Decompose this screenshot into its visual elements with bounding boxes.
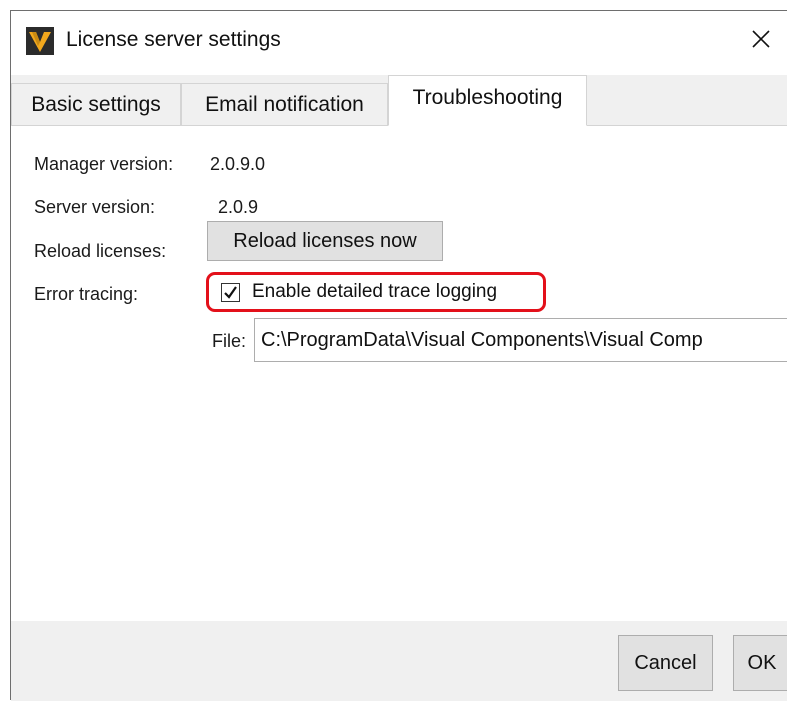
reload-licenses-button[interactable]: Reload licenses now [207, 221, 443, 261]
server-version-value: 2.0.9 [218, 197, 259, 217]
tab-basic-settings[interactable]: Basic settings [11, 83, 181, 125]
ok-button[interactable]: OK [733, 635, 787, 691]
license-server-settings-dialog: License server settings Basic settings E… [10, 10, 787, 701]
checkmark-icon [224, 286, 237, 299]
trace-logging-checkbox[interactable] [221, 283, 240, 302]
close-icon [752, 30, 770, 48]
trace-logging-highlight: Enable detailed trace logging [206, 272, 546, 312]
cancel-button[interactable]: Cancel [618, 635, 713, 691]
dialog-footer: Cancel OK [11, 621, 787, 701]
server-version-label: Server version: [34, 197, 156, 217]
error-tracing-label: Error tracing: [34, 284, 139, 304]
title-bar[interactable]: License server settings [11, 11, 787, 71]
trace-logging-label[interactable]: Enable detailed trace logging [252, 281, 497, 303]
tab-troubleshooting[interactable]: Troubleshooting [388, 75, 587, 126]
tab-email-notification-label: Email notification [205, 92, 364, 116]
troubleshooting-panel: Manager version: 2.0.9.0 Server version:… [11, 126, 787, 621]
manager-version-value: 2.0.9.0 [210, 154, 266, 174]
manager-version-label: Manager version: [34, 154, 174, 174]
tab-troubleshooting-label: Troubleshooting [412, 86, 563, 109]
close-button[interactable] [746, 24, 776, 54]
tab-strip: Basic settings Email notification Troubl… [11, 75, 787, 126]
file-label: File: [212, 331, 247, 351]
window-title: License server settings [66, 28, 281, 51]
tab-basic-settings-label: Basic settings [31, 92, 161, 116]
tab-email-notification[interactable]: Email notification [181, 83, 388, 125]
visual-components-logo-icon [26, 27, 54, 55]
reload-licenses-label: Reload licenses: [34, 241, 167, 261]
trace-file-path-input[interactable] [254, 318, 787, 362]
